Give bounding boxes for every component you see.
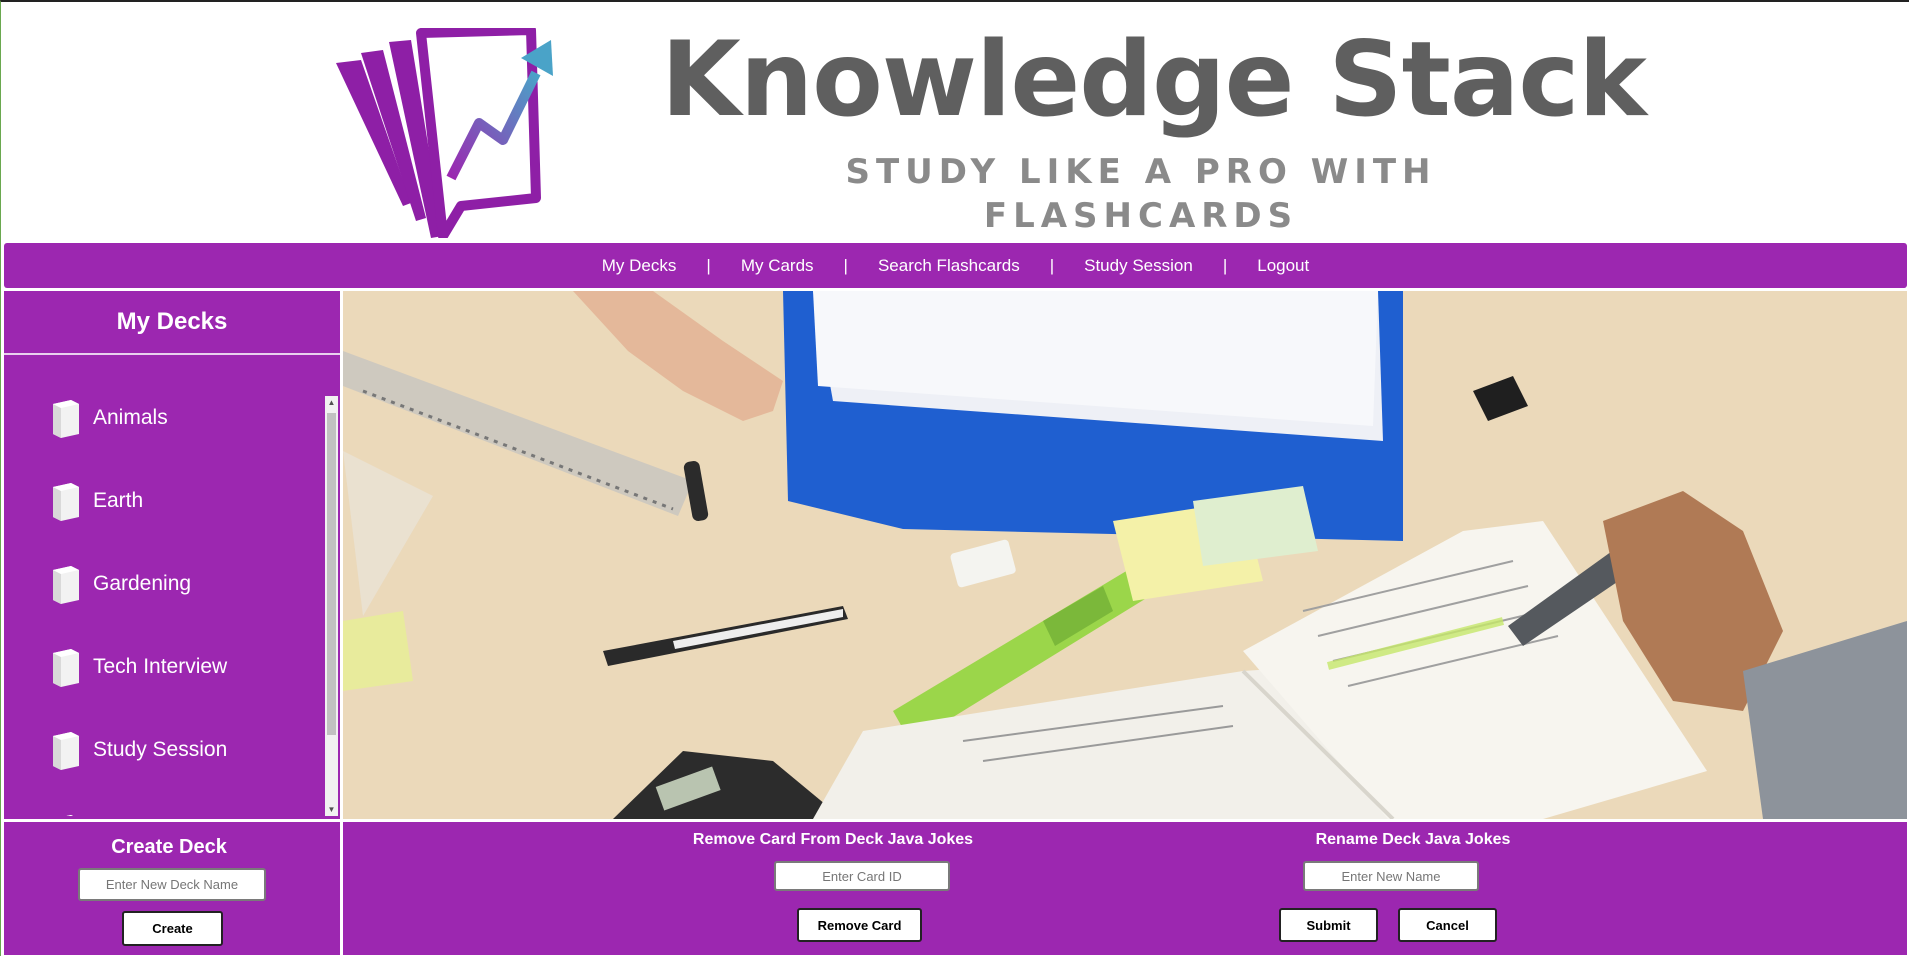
deck-icon	[53, 400, 79, 438]
deck-label: Animals	[93, 406, 168, 429]
deck-icon	[66, 815, 73, 816]
card-id-input[interactable]	[774, 861, 950, 891]
deck-label: Earth	[93, 489, 144, 512]
decks-sidebar: My Decks Animals Earth Gardening Tech In…	[4, 291, 340, 819]
study-desk-photo-icon	[343, 291, 1907, 819]
deck-item-earth[interactable]: Earth	[4, 481, 324, 564]
nav-separator: |	[1222, 255, 1228, 275]
deck-icon	[53, 732, 79, 770]
deck-list-scrollbar[interactable]: ▲ ▼	[325, 396, 338, 816]
remove-card-title: Remove Card From Deck Java Jokes	[692, 831, 974, 848]
nav-item-logout[interactable]: Logout	[1257, 256, 1309, 276]
deck-icon	[53, 483, 79, 521]
deck-list: Animals Earth Gardening Tech Interview S…	[4, 398, 324, 816]
deck-icon	[53, 566, 79, 604]
create-deck-title: Create Deck	[111, 836, 227, 858]
nav-item-search-flashcards[interactable]: Search Flashcards	[878, 256, 1020, 276]
scroll-down-arrow-icon[interactable]: ▼	[325, 803, 338, 816]
cancel-rename-button[interactable]: Cancel	[1398, 908, 1497, 942]
nav-separator: |	[843, 255, 848, 275]
flashcards-growth-logo-icon	[336, 28, 553, 238]
nav-separator: |	[1049, 255, 1055, 275]
deck-item-partial[interactable]	[4, 813, 324, 816]
study-desk-photo	[343, 291, 1907, 819]
remove-card-button[interactable]: Remove Card	[797, 908, 922, 942]
nav-separator: |	[706, 255, 711, 275]
main-nav: My Decks | My Cards | Search Flashcards …	[4, 243, 1907, 288]
nav-item-my-decks[interactable]: My Decks	[602, 256, 677, 276]
nav-item-my-cards[interactable]: My Cards	[741, 256, 814, 276]
deck-item-tech-interview[interactable]: Tech Interview	[4, 647, 324, 730]
scrollbar-thumb[interactable]	[327, 413, 336, 735]
create-deck-panel: Create Deck Create	[4, 822, 340, 955]
nav-item-study-session[interactable]: Study Session	[1084, 256, 1193, 276]
new-deck-name-rename-input[interactable]	[1303, 861, 1479, 891]
rename-deck-title: Rename Deck Java Jokes	[1315, 831, 1511, 848]
deck-label: Gardening	[93, 572, 192, 595]
deck-label: Tech Interview	[93, 655, 228, 678]
deck-icon	[53, 649, 79, 687]
deck-item-animals[interactable]: Animals	[4, 398, 324, 481]
create-deck-button[interactable]: Create	[122, 911, 223, 946]
site-header: Knowledge Stack STUDY LIKE A PRO WITH FL…	[1, 2, 1909, 242]
scroll-up-arrow-icon[interactable]: ▲	[325, 396, 338, 409]
deck-item-gardening[interactable]: Gardening	[4, 564, 324, 647]
deck-actions-panel: Remove Card From Deck Java Jokes Remove …	[343, 822, 1907, 955]
submit-rename-button[interactable]: Submit	[1279, 908, 1378, 942]
brand-title: Knowledge Stack	[661, 20, 1647, 140]
deck-label: Study Session	[93, 738, 228, 761]
deck-item-study-session[interactable]: Study Session	[4, 730, 324, 813]
new-deck-name-input[interactable]	[78, 868, 266, 901]
brand-tagline: STUDY LIKE A PRO WITH FLASHCARDS	[845, 152, 1437, 236]
sidebar-title: My Decks	[4, 291, 340, 355]
